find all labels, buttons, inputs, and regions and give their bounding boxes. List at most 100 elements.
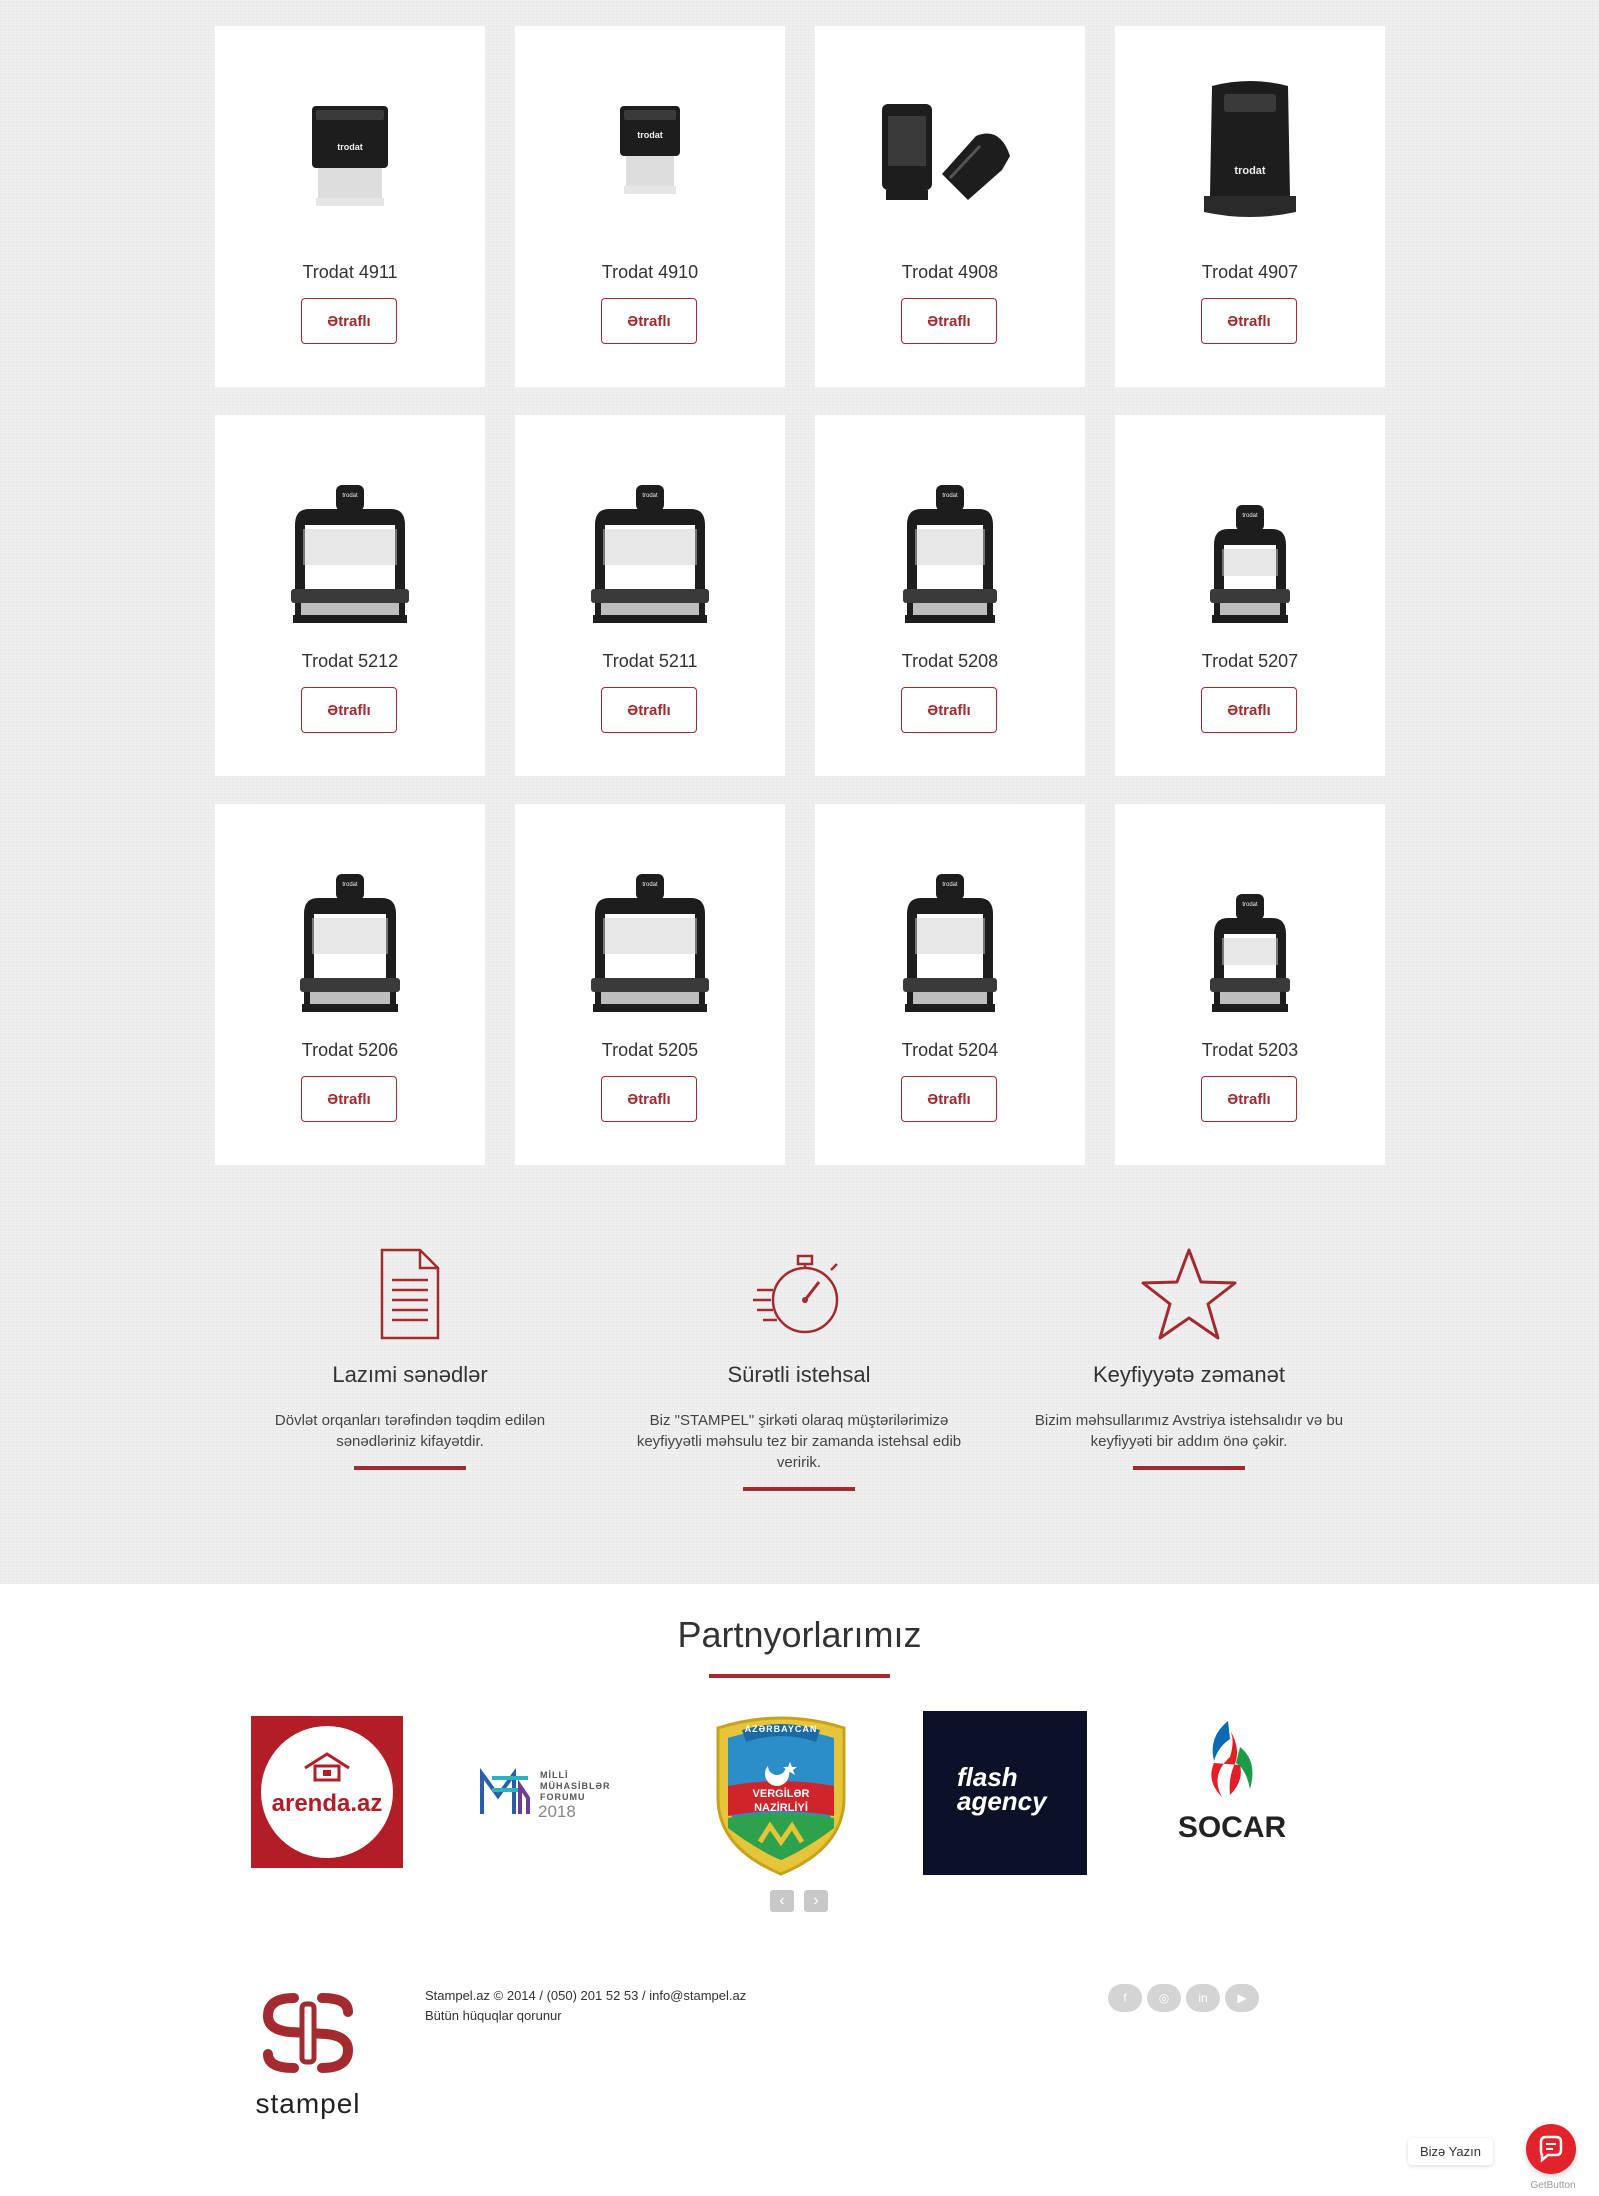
svg-text:trodat: trodat xyxy=(342,493,358,499)
stamp-icon: trodat xyxy=(620,106,680,194)
product-card: trodat Trodat 5208 Ətraflı xyxy=(815,415,1085,776)
chat-button[interactable] xyxy=(1526,2124,1576,2174)
product-card: trodat Trodat 4911 Ətraflı xyxy=(215,26,485,387)
partner-logo-arenda[interactable]: arenda.az xyxy=(251,1716,403,1868)
partner-logo-vergiler[interactable]: AZƏRBAYCAN VERGİLƏR NAZİRLİYİ xyxy=(708,1708,854,1878)
product-title[interactable]: Trodat 5206 xyxy=(215,1040,485,1061)
product-title[interactable]: Trodat 5212 xyxy=(215,651,485,672)
stamp-icon xyxy=(882,104,1010,200)
partner-text: NAZİRLİYİ xyxy=(754,1802,808,1814)
footer-rights: Bütün hüquqlar qorunur xyxy=(425,2008,562,2023)
details-button[interactable]: Ətraflı xyxy=(1201,1076,1297,1122)
details-button[interactable]: Ətraflı xyxy=(301,1076,397,1122)
partner-name: SOCAR xyxy=(1177,1811,1287,1844)
product-image[interactable]: trodat xyxy=(250,66,450,246)
product-image[interactable]: trodat xyxy=(250,844,450,1024)
product-title[interactable]: Trodat 4908 xyxy=(815,262,1085,283)
product-card: Trodat 4908 Ətraflı xyxy=(815,26,1085,387)
stamp-icon: trodat xyxy=(903,485,997,623)
product-title[interactable]: Trodat 5208 xyxy=(815,651,1085,672)
partners-underline xyxy=(709,1674,890,1678)
product-title[interactable]: Trodat 5205 xyxy=(515,1040,785,1061)
youtube-icon[interactable]: ▶ xyxy=(1225,1984,1259,2012)
details-button[interactable]: Ətraflı xyxy=(601,1076,697,1122)
feature-title: Keyfiyyətə zəmanət xyxy=(1093,1362,1285,1387)
stamp-icon: trodat xyxy=(591,485,709,623)
star-icon xyxy=(1141,1248,1237,1340)
product-image[interactable]: trodat xyxy=(1150,455,1350,635)
product-card: trodat Trodat 5206 Ətraflı xyxy=(215,804,485,1165)
stamp-icon: trodat xyxy=(291,485,409,623)
partner-text: agency xyxy=(957,1786,1047,1816)
stamp-icon: trodat xyxy=(591,874,709,1012)
partner-logo-socar[interactable]: SOCAR xyxy=(1150,1711,1314,1875)
feature-title: Lazımi sənədlər xyxy=(332,1362,488,1387)
feature-underline xyxy=(1133,1466,1245,1470)
details-button[interactable]: Ətraflı xyxy=(1201,298,1297,344)
svg-text:trodat: trodat xyxy=(342,882,358,888)
product-card: trodat Trodat 5205 Ətraflı xyxy=(515,804,785,1165)
details-button[interactable]: Ətraflı xyxy=(601,298,697,344)
stamp-icon: trodat xyxy=(1210,505,1290,623)
details-button[interactable]: Ətraflı xyxy=(601,687,697,733)
footer-logo[interactable]: stampel xyxy=(240,1990,376,2120)
product-card: trodat Trodat 4910 Ətraflı xyxy=(515,26,785,387)
getbutton-credit: GetButton xyxy=(1530,2180,1576,2191)
details-button[interactable]: Ətraflı xyxy=(301,298,397,344)
product-title[interactable]: Trodat 5207 xyxy=(1115,651,1385,672)
product-card: trodat Trodat 4907 Ətraflı xyxy=(1115,26,1385,387)
stamp-icon: trodat xyxy=(1210,894,1290,1012)
facebook-icon[interactable]: f xyxy=(1108,1984,1142,2012)
chat-label[interactable]: Bizə Yazın xyxy=(1408,2138,1493,2165)
product-card: trodat Trodat 5212 Ətraflı xyxy=(215,415,485,776)
product-image[interactable]: trodat xyxy=(550,66,750,246)
details-button[interactable]: Ətraflı xyxy=(301,687,397,733)
footer-info: Stampel.az © 2014 / (050) 201 52 53 / in… xyxy=(425,1986,746,2026)
product-title[interactable]: Trodat 4910 xyxy=(515,262,785,283)
product-card: trodat Trodat 5207 Ətraflı xyxy=(1115,415,1385,776)
partner-year: 2018 xyxy=(538,1802,576,1821)
feature-description: Biz "STAMPEL" şirkəti olaraq müştəriləri… xyxy=(636,1412,962,1471)
partner-text: MİLLİ xyxy=(540,1770,569,1780)
product-title[interactable]: Trodat 5211 xyxy=(515,651,785,672)
stampel-logo-icon xyxy=(262,1993,354,2073)
product-card: trodat Trodat 5204 Ətraflı xyxy=(815,804,1085,1165)
product-title[interactable]: Trodat 4911 xyxy=(215,262,485,283)
feature-description: Dövlət orqanları tərəfindən təqdim edilə… xyxy=(274,1412,546,1450)
partner-text: MÜHASİBLƏR xyxy=(540,1781,611,1791)
details-button[interactable]: Ətraflı xyxy=(901,298,997,344)
product-title[interactable]: Trodat 5204 xyxy=(815,1040,1085,1061)
product-image[interactable]: trodat xyxy=(1150,66,1350,246)
product-title[interactable]: Trodat 4907 xyxy=(1115,262,1385,283)
partner-text: AZƏRBAYCAN xyxy=(744,1724,818,1734)
product-image[interactable]: trodat xyxy=(1150,844,1350,1024)
carousel-prev-button[interactable]: ‹ xyxy=(770,1890,794,1912)
stamp-icon: trodat xyxy=(903,874,997,1012)
svg-text:trodat: trodat xyxy=(337,142,363,152)
document-icon xyxy=(380,1248,440,1340)
product-image[interactable]: trodat xyxy=(550,844,750,1024)
instagram-icon[interactable]: ◎ xyxy=(1147,1984,1181,2012)
product-image[interactable]: trodat xyxy=(550,455,750,635)
footer-copyright: Stampel.az © 2014 / (050) 201 52 53 / in… xyxy=(425,1988,747,2003)
product-image[interactable]: trodat xyxy=(850,844,1050,1024)
partner-logo-flash[interactable]: flash agency xyxy=(923,1711,1087,1875)
feature-underline xyxy=(743,1487,855,1491)
carousel-next-button[interactable]: › xyxy=(804,1890,828,1912)
socar-flame-icon xyxy=(1211,1721,1253,1797)
details-button[interactable]: Ətraflı xyxy=(901,1076,997,1122)
product-title[interactable]: Trodat 5203 xyxy=(1115,1040,1385,1061)
svg-text:trodat: trodat xyxy=(942,493,958,499)
svg-text:trodat: trodat xyxy=(1242,513,1258,519)
details-button[interactable]: Ətraflı xyxy=(1201,687,1297,733)
linkedin-icon[interactable]: in xyxy=(1186,1984,1220,2012)
footer-brand: stampel xyxy=(255,2088,361,2119)
svg-text:trodat: trodat xyxy=(637,130,663,140)
partner-logo-mmf[interactable]: MİLLİ MÜHASİBLƏR FORUMU 2018 xyxy=(474,1764,634,1821)
details-button[interactable]: Ətraflı xyxy=(901,687,997,733)
product-image[interactable]: trodat xyxy=(250,455,450,635)
product-image[interactable] xyxy=(850,66,1050,246)
feature-documents: Lazımi sənədlər Dövlət orqanları tərəfin… xyxy=(220,1244,600,1470)
product-image[interactable]: trodat xyxy=(850,455,1050,635)
feature-description: Bizim məhsullarımız Avstriya istehsalıdı… xyxy=(1034,1412,1344,1450)
